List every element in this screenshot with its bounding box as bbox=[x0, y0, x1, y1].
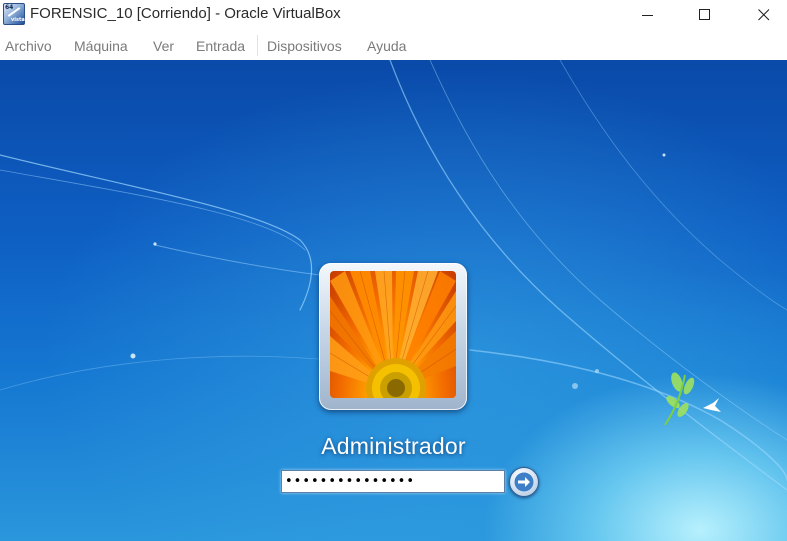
close-button[interactable] bbox=[741, 0, 787, 30]
login-submit-button[interactable] bbox=[509, 467, 539, 497]
menu-separator bbox=[257, 35, 258, 56]
app-icon-text-bottom: vista bbox=[11, 17, 25, 23]
maximize-icon bbox=[699, 9, 710, 20]
bird-leaf-decoration bbox=[664, 372, 721, 426]
guest-display[interactable]: Administrador ••••••••••••••• bbox=[0, 60, 787, 541]
menu-ver[interactable]: Ver bbox=[153, 38, 174, 54]
minimize-button[interactable] bbox=[625, 0, 671, 30]
window-titlebar[interactable]: 64 vista FORENSIC_10 [Corriendo] - Oracl… bbox=[0, 0, 787, 30]
minimize-icon bbox=[642, 15, 653, 16]
maximize-button[interactable] bbox=[682, 0, 728, 30]
close-icon bbox=[758, 9, 770, 21]
menu-archivo[interactable]: Archivo bbox=[5, 38, 52, 54]
menu-entrada[interactable]: Entrada bbox=[196, 38, 245, 54]
flower-image bbox=[330, 271, 456, 398]
password-field[interactable]: ••••••••••••••• bbox=[281, 470, 505, 493]
arrow-right-icon bbox=[514, 472, 534, 492]
app-icon-text-top: 64 bbox=[5, 4, 14, 11]
menu-dispositivos[interactable]: Dispositivos bbox=[267, 38, 342, 54]
menu-maquina[interactable]: Máquina bbox=[74, 38, 128, 54]
menu-ayuda[interactable]: Ayuda bbox=[367, 38, 406, 54]
window-title: FORENSIC_10 [Corriendo] - Oracle Virtual… bbox=[30, 5, 341, 22]
menu-bar: Archivo Máquina Ver Entrada Dispositivos… bbox=[0, 30, 787, 60]
virtualbox-icon[interactable]: 64 vista bbox=[3, 3, 25, 25]
orange-flower-avatar[interactable] bbox=[330, 271, 456, 398]
username-label: Administrador bbox=[321, 433, 466, 459]
